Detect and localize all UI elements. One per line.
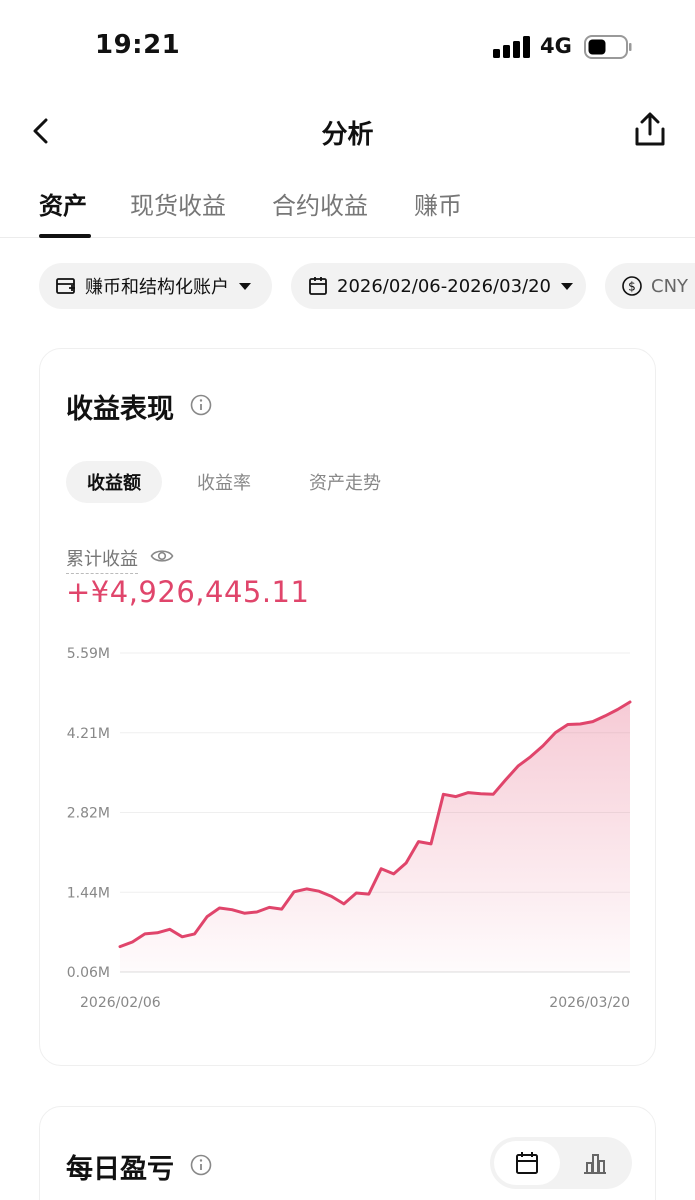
cumulative-pnl-value: +¥4,926,445.11 [66, 575, 310, 609]
bar-chart-icon [584, 1154, 606, 1174]
date-range-label: 2026/02/06-2026/03/20 [337, 275, 551, 297]
svg-text:$: $ [628, 280, 636, 294]
signal-icon [493, 36, 531, 58]
cumulative-pnl-label: 累计收益 [66, 545, 138, 574]
status-time: 19:21 [95, 30, 181, 60]
share-icon[interactable] [630, 110, 670, 150]
tab-assets[interactable]: 资产 [39, 186, 87, 221]
bar-chart-view-button[interactable] [562, 1141, 628, 1185]
date-range-filter[interactable]: 2026/02/06-2026/03/20 [291, 263, 586, 309]
account-filter[interactable]: 赚币和结构化账户 [39, 263, 272, 309]
performance-title: 收益表现 [66, 394, 174, 425]
info-icon[interactable] [190, 1154, 212, 1176]
tab-earn[interactable]: 赚币 [414, 186, 462, 221]
performance-card: 收益表现 收益额 收益率 资产走势 累计收益 +¥4,926,445.11 20… [39, 348, 656, 1066]
y-tick-label: 0.06M [67, 965, 110, 981]
tab-bar: 资产 现货收益 合约收益 赚币 [0, 180, 695, 238]
x-tick-end: 2026/03/20 [549, 995, 630, 1011]
currency-filter[interactable]: $ CNY [605, 263, 695, 309]
tab-active-indicator [39, 234, 91, 238]
network-type: 4G [540, 34, 572, 58]
y-tick-label: 1.44M [67, 885, 110, 901]
pnl-chart: 2026/02/06 2026/03/20 5.59M 4.21M 2.82M 1.4… [67, 646, 632, 1011]
eye-icon[interactable] [150, 546, 174, 566]
calendar-icon [309, 277, 327, 295]
segment-pnl-rate[interactable]: 收益率 [176, 461, 272, 503]
calendar-view-button[interactable] [494, 1141, 560, 1185]
y-tick-label: 4.21M [67, 726, 110, 742]
daily-pnl-title: 每日盈亏 [66, 1154, 174, 1185]
chevron-down-icon [239, 282, 251, 290]
tab-contract-pnl[interactable]: 合约收益 [272, 186, 368, 221]
segment-pnl-amount[interactable]: 收益额 [66, 461, 162, 503]
segment-asset-trend[interactable]: 资产走势 [290, 461, 400, 503]
tab-spot-pnl[interactable]: 现货收益 [130, 186, 226, 221]
chevron-down-icon [561, 282, 573, 290]
status-bar: 19:21 4G [0, 0, 695, 95]
nav-bar: 分析 [0, 100, 695, 162]
battery-icon [584, 35, 632, 59]
y-tick-label: 2.82M [67, 806, 110, 822]
currency-label: CNY [651, 275, 689, 297]
info-icon[interactable] [190, 394, 212, 416]
account-icon [56, 278, 75, 294]
daily-pnl-card: 每日盈亏 [39, 1106, 656, 1200]
page-title: 分析 [321, 120, 374, 150]
calendar-icon [516, 1152, 538, 1174]
account-filter-label: 赚币和结构化账户 [85, 277, 229, 298]
view-toggle [490, 1137, 632, 1189]
y-tick-label: 5.59M [67, 646, 110, 662]
x-tick-start: 2026/02/06 [80, 995, 161, 1011]
currency-icon: $ [622, 276, 642, 296]
